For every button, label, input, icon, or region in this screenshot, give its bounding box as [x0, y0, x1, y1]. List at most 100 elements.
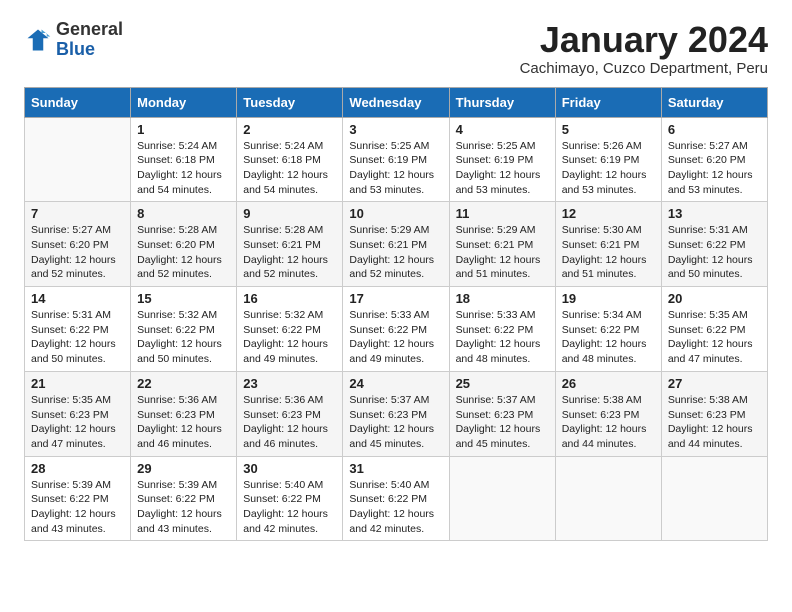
calendar-body: 1Sunrise: 5:24 AM Sunset: 6:18 PM Daylig… — [25, 117, 768, 541]
day-info: Sunrise: 5:27 AM Sunset: 6:20 PM Dayligh… — [31, 223, 124, 282]
day-info: Sunrise: 5:37 AM Sunset: 6:23 PM Dayligh… — [349, 393, 442, 452]
day-number: 10 — [349, 206, 442, 221]
day-number: 17 — [349, 291, 442, 306]
calendar-table: SundayMondayTuesdayWednesdayThursdayFrid… — [24, 87, 768, 542]
week-row-5: 28 Sunrise: 5:39 AM Sunset: 6:22 PM Dayli… — [25, 456, 768, 541]
calendar-cell: 28Sunrise: 5:39 AM Sunset: 6:22 PM Dayli… — [25, 456, 131, 541]
day-info: Sunrise: 5:29 AM Sunset: 6:21 PM Dayligh… — [456, 223, 549, 282]
calendar-cell: 26Sunrise: 5:38 AM Sunset: 6:23 PM Dayli… — [555, 371, 661, 456]
calendar-cell: 14 Sunrise: 5:31 AM Sunset: 6:22 PM Dayli… — [25, 287, 131, 372]
day-number: 11 — [456, 206, 549, 221]
day-info: Sunrise: 5:33 AM Sunset: 6:22 PM Dayligh… — [349, 308, 442, 367]
calendar-cell: 25Sunrise: 5:37 AM Sunset: 6:23 PM Dayli… — [449, 371, 555, 456]
calendar-header: SundayMondayTuesdayWednesdayThursdayFrid… — [25, 87, 768, 117]
header-row: SundayMondayTuesdayWednesdayThursdayFrid… — [25, 87, 768, 117]
logo-general: General — [56, 20, 123, 40]
day-info: Sunrise: 5:25 AM Sunset: 6:19 PM Dayligh… — [456, 139, 549, 198]
day-info: Sunrise: 5:27 AM Sunset: 6:20 PM Dayligh… — [668, 139, 761, 198]
day-info: Sunrise: 5:32 AM Sunset: 6:22 PM Dayligh… — [243, 308, 336, 367]
day-info: Sunrise: 5:36 AM Sunset: 6:23 PM Dayligh… — [243, 393, 336, 452]
day-info: Sunrise: 5:25 AM Sunset: 6:19 PM Dayligh… — [349, 139, 442, 198]
day-number: 8 — [137, 206, 230, 221]
calendar-cell: 2 Sunrise: 5:24 AM Sunset: 6:18 PM Daylig… — [237, 117, 343, 202]
day-number: 13 — [668, 206, 761, 221]
calendar-cell: 30Sunrise: 5:40 AM Sunset: 6:22 PM Dayli… — [237, 456, 343, 541]
day-info: Sunrise: 5:31 AM Sunset: 6:22 PM Dayligh… — [31, 308, 124, 367]
calendar-cell: 18 Sunrise: 5:33 AM Sunset: 6:22 PM Dayli… — [449, 287, 555, 372]
day-info: Sunrise: 5:39 AM Sunset: 6:22 PM Dayligh… — [137, 478, 230, 537]
calendar-cell: 10 Sunrise: 5:29 AM Sunset: 6:21 PM Dayli… — [343, 202, 449, 287]
calendar-cell: 29 Sunrise: 5:39 AM Sunset: 6:22 PM Dayli… — [131, 456, 237, 541]
header-cell-saturday: Saturday — [661, 87, 767, 117]
logo-icon — [24, 26, 52, 54]
day-info: Sunrise: 5:31 AM Sunset: 6:22 PM Dayligh… — [668, 223, 761, 282]
day-number: 7 — [31, 206, 124, 221]
calendar-cell: 27Sunrise: 5:38 AM Sunset: 6:23 PM Dayli… — [661, 371, 767, 456]
header-cell-tuesday: Tuesday — [237, 87, 343, 117]
calendar-cell: 3 Sunrise: 5:25 AM Sunset: 6:19 PM Daylig… — [343, 117, 449, 202]
logo-text: General Blue — [56, 20, 123, 60]
day-number: 6 — [668, 122, 761, 137]
day-number: 9 — [243, 206, 336, 221]
header: General Blue January 2024 Cachimayo, Cuz… — [24, 20, 768, 77]
week-row-4: 21Sunrise: 5:35 AM Sunset: 6:23 PM Dayli… — [25, 371, 768, 456]
week-row-1: 1Sunrise: 5:24 AM Sunset: 6:18 PM Daylig… — [25, 117, 768, 202]
calendar-cell — [25, 117, 131, 202]
header-cell-friday: Friday — [555, 87, 661, 117]
day-info: Sunrise: 5:30 AM Sunset: 6:21 PM Dayligh… — [562, 223, 655, 282]
day-info: Sunrise: 5:34 AM Sunset: 6:22 PM Dayligh… — [562, 308, 655, 367]
calendar-cell: 16Sunrise: 5:32 AM Sunset: 6:22 PM Dayli… — [237, 287, 343, 372]
day-number: 3 — [349, 122, 442, 137]
day-info: Sunrise: 5:33 AM Sunset: 6:22 PM Dayligh… — [456, 308, 549, 367]
week-row-2: 7 Sunrise: 5:27 AM Sunset: 6:20 PM Daylig… — [25, 202, 768, 287]
calendar-cell: 4 Sunrise: 5:25 AM Sunset: 6:19 PM Daylig… — [449, 117, 555, 202]
day-number: 23 — [243, 376, 336, 391]
subtitle: Cachimayo, Cuzco Department, Peru — [520, 60, 768, 77]
day-info: Sunrise: 5:24 AM Sunset: 6:18 PM Dayligh… — [243, 139, 336, 198]
day-number: 14 — [31, 291, 124, 306]
day-info: Sunrise: 5:38 AM Sunset: 6:23 PM Dayligh… — [562, 393, 655, 452]
header-cell-wednesday: Wednesday — [343, 87, 449, 117]
calendar-cell — [661, 456, 767, 541]
day-info: Sunrise: 5:40 AM Sunset: 6:22 PM Dayligh… — [349, 478, 442, 537]
day-info: Sunrise: 5:26 AM Sunset: 6:19 PM Dayligh… — [562, 139, 655, 198]
day-number: 25 — [456, 376, 549, 391]
day-info: Sunrise: 5:35 AM Sunset: 6:22 PM Dayligh… — [668, 308, 761, 367]
day-number: 18 — [456, 291, 549, 306]
calendar-cell: 20 Sunrise: 5:35 AM Sunset: 6:22 PM Dayli… — [661, 287, 767, 372]
day-number: 29 — [137, 461, 230, 476]
calendar-cell: 15Sunrise: 5:32 AM Sunset: 6:22 PM Dayli… — [131, 287, 237, 372]
calendar-cell: 31Sunrise: 5:40 AM Sunset: 6:22 PM Dayli… — [343, 456, 449, 541]
day-number: 20 — [668, 291, 761, 306]
calendar-cell: 1Sunrise: 5:24 AM Sunset: 6:18 PM Daylig… — [131, 117, 237, 202]
day-info: Sunrise: 5:29 AM Sunset: 6:21 PM Dayligh… — [349, 223, 442, 282]
day-number: 5 — [562, 122, 655, 137]
month-title: January 2024 — [520, 20, 768, 60]
calendar-cell: 11 Sunrise: 5:29 AM Sunset: 6:21 PM Dayli… — [449, 202, 555, 287]
calendar-cell: 22Sunrise: 5:36 AM Sunset: 6:23 PM Dayli… — [131, 371, 237, 456]
calendar-cell: 13 Sunrise: 5:31 AM Sunset: 6:22 PM Dayli… — [661, 202, 767, 287]
day-number: 4 — [456, 122, 549, 137]
day-number: 28 — [31, 461, 124, 476]
calendar-cell: 8 Sunrise: 5:28 AM Sunset: 6:20 PM Daylig… — [131, 202, 237, 287]
header-cell-monday: Monday — [131, 87, 237, 117]
day-number: 2 — [243, 122, 336, 137]
calendar-cell: 17 Sunrise: 5:33 AM Sunset: 6:22 PM Dayli… — [343, 287, 449, 372]
day-number: 21 — [31, 376, 124, 391]
day-info: Sunrise: 5:24 AM Sunset: 6:18 PM Dayligh… — [137, 139, 230, 198]
header-cell-thursday: Thursday — [449, 87, 555, 117]
calendar-cell: 6 Sunrise: 5:27 AM Sunset: 6:20 PM Daylig… — [661, 117, 767, 202]
calendar-cell: 21Sunrise: 5:35 AM Sunset: 6:23 PM Dayli… — [25, 371, 131, 456]
day-info: Sunrise: 5:28 AM Sunset: 6:21 PM Dayligh… — [243, 223, 336, 282]
calendar-cell: 23 Sunrise: 5:36 AM Sunset: 6:23 PM Dayli… — [237, 371, 343, 456]
calendar-cell: 12Sunrise: 5:30 AM Sunset: 6:21 PM Dayli… — [555, 202, 661, 287]
calendar-cell: 19Sunrise: 5:34 AM Sunset: 6:22 PM Dayli… — [555, 287, 661, 372]
day-number: 24 — [349, 376, 442, 391]
day-info: Sunrise: 5:28 AM Sunset: 6:20 PM Dayligh… — [137, 223, 230, 282]
calendar-cell: 7 Sunrise: 5:27 AM Sunset: 6:20 PM Daylig… — [25, 202, 131, 287]
calendar-cell — [555, 456, 661, 541]
week-row-3: 14 Sunrise: 5:31 AM Sunset: 6:22 PM Dayli… — [25, 287, 768, 372]
day-info: Sunrise: 5:36 AM Sunset: 6:23 PM Dayligh… — [137, 393, 230, 452]
logo: General Blue — [24, 20, 123, 60]
calendar-cell: 5 Sunrise: 5:26 AM Sunset: 6:19 PM Daylig… — [555, 117, 661, 202]
